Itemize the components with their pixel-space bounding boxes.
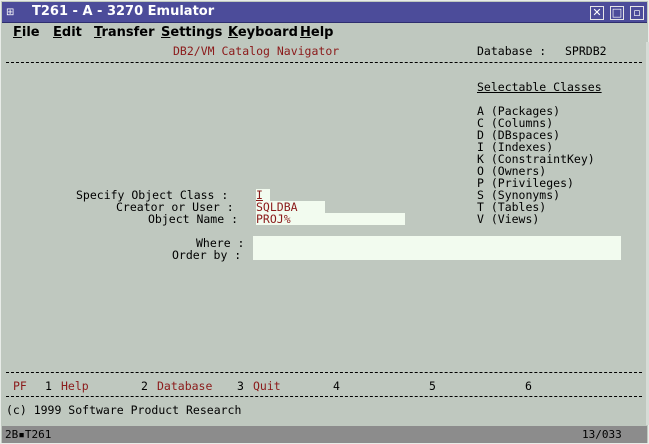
menu-help[interactable]: Help [300,23,333,42]
title-bar[interactable]: ⊞ T261 - A - 3270 Emulator ✕ □ ▫ [2,2,647,23]
database-label: Database : [477,44,547,58]
copyright-text: (c) 1999 Software Product Research [6,403,242,417]
terminal-screen[interactable]: DB2/VM Catalog Navigator Database : SPRD… [4,42,646,425]
database-value: SPRDB2 [565,44,607,58]
pf6-number: 6 [525,379,532,393]
pf1-number: 1 [45,379,52,393]
menu-bar: File Edit Transfer Settings Keyboard Hel… [2,23,647,42]
pf3-number: 3 [237,379,244,393]
pf5-number: 5 [429,379,436,393]
cursor-position: 13/033 [582,428,622,441]
menu-settings[interactable]: Settings [161,23,222,42]
minimize-button[interactable]: ▫ [630,6,644,20]
pf3-quit[interactable]: Quit [253,380,281,392]
bottom-divider [6,372,642,373]
menu-file[interactable]: File [13,23,40,42]
session-indicator: 2B▪T261 [5,428,52,441]
restore-button[interactable]: □ [610,6,624,20]
window-title: T261 - A - 3270 Emulator [32,4,215,19]
pf4-number: 4 [333,379,340,393]
class-item: V (Views) [477,212,540,226]
object-name-input[interactable]: PROJ% [256,213,405,225]
pf2-number: 2 [141,379,148,393]
classes-heading: Selectable Classes [477,80,602,94]
pf-label: PF [13,379,27,393]
where-orderby-input[interactable] [253,236,621,260]
menu-transfer[interactable]: Transfer [94,23,155,42]
menu-keyboard[interactable]: Keyboard [228,23,298,42]
order-by-label: Order by : [172,248,242,262]
menu-edit[interactable]: Edit [53,23,82,42]
creator-input[interactable]: SQLDBA [256,201,325,213]
close-button[interactable]: ✕ [590,6,604,20]
top-divider [6,62,642,63]
object-name-label: Object Name : [148,212,239,226]
pf-divider [6,396,642,397]
screen-title: DB2/VM Catalog Navigator [173,44,340,58]
system-menu-icon[interactable]: ⊞ [6,6,22,19]
status-bar: 2B▪T261 13/033 [2,426,647,443]
pf1-help[interactable]: Help [61,380,89,392]
emulator-window: ⊞ T261 - A - 3270 Emulator ✕ □ ▫ File Ed… [0,0,649,444]
pf2-database[interactable]: Database [157,380,212,392]
object-class-input[interactable]: I [256,189,270,201]
